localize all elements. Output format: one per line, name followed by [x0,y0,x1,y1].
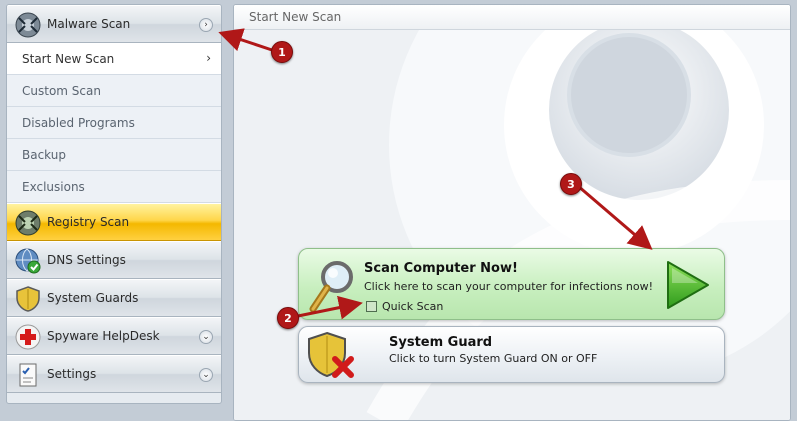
chevron-right-icon[interactable]: › [199,18,213,32]
sidebar-item-custom-scan[interactable]: Custom Scan [7,75,221,107]
section-label: Registry Scan [47,215,130,229]
page-title: Start New Scan [234,5,790,30]
scan-button-description: Click here to scan your computer for inf… [364,280,654,293]
sidebar-item-label: Backup [22,147,66,162]
main-body: Scan Computer Now! Click here to scan yo… [234,30,790,420]
section-label: Settings [47,367,97,381]
scan-button-title: Scan Computer Now! [364,261,518,276]
annotation-callout-2: 2 [277,307,299,329]
sidebar-item-label: Disabled Programs [22,115,135,130]
shield-x-icon [307,331,357,384]
globe-check-icon [15,248,41,274]
sidebar-item-exclusions[interactable]: Exclusions [7,171,221,203]
chevron-down-icon[interactable]: ⌄ [199,330,213,344]
annotation-callout-3: 3 [560,173,582,195]
section-dns-settings[interactable]: DNS Settings [7,241,221,279]
section-spyware-helpdesk[interactable]: Spyware HelpDesk ⌄ [7,317,221,355]
section-label: System Guards [47,291,139,305]
system-guard-title: System Guard [389,335,493,350]
chevron-down-icon[interactable]: ⌄ [199,368,213,382]
first-aid-icon [15,324,41,350]
chevron-right-icon: › [206,51,211,65]
system-guard-button[interactable]: System Guard Click to turn System Guard … [298,326,725,383]
sidebar-item-label: Exclusions [22,179,85,194]
play-icon[interactable] [662,259,712,314]
section-system-guards[interactable]: System Guards [7,279,221,317]
section-label: Malware Scan [47,17,131,31]
sidebar-item-label: Start New Scan [22,51,115,66]
quick-scan-label: Quick Scan [382,300,444,313]
sidebar-item-start-new-scan[interactable]: Start New Scan › [7,43,221,75]
sidebar-item-label: Custom Scan [22,83,101,98]
satellite-icon [15,12,41,38]
system-guard-description: Click to turn System Guard ON or OFF [389,352,598,365]
annotation-callout-1: 1 [271,41,293,63]
section-label: DNS Settings [47,253,126,267]
quick-scan-option[interactable]: Quick Scan [366,300,443,313]
section-settings[interactable]: Settings ⌄ [7,355,221,393]
sidebar-item-backup[interactable]: Backup [7,139,221,171]
sidebar: Malware Scan › Start New Scan › Custom S… [6,4,222,404]
scan-computer-now-button[interactable]: Scan Computer Now! Click here to scan yo… [298,248,725,320]
main-panel: Start New Scan Scan Computer Now! Click … [233,4,791,421]
registry-scan-icon [15,210,41,236]
section-malware-scan[interactable]: Malware Scan › [7,5,221,43]
section-registry-scan[interactable]: Registry Scan [7,203,221,241]
quick-scan-checkbox[interactable] [366,301,377,312]
sidebar-item-disabled-programs[interactable]: Disabled Programs [7,107,221,139]
section-label: Spyware HelpDesk [47,329,160,343]
shield-icon [15,286,41,312]
settings-checklist-icon [15,362,41,388]
magnifier-icon [307,259,357,318]
